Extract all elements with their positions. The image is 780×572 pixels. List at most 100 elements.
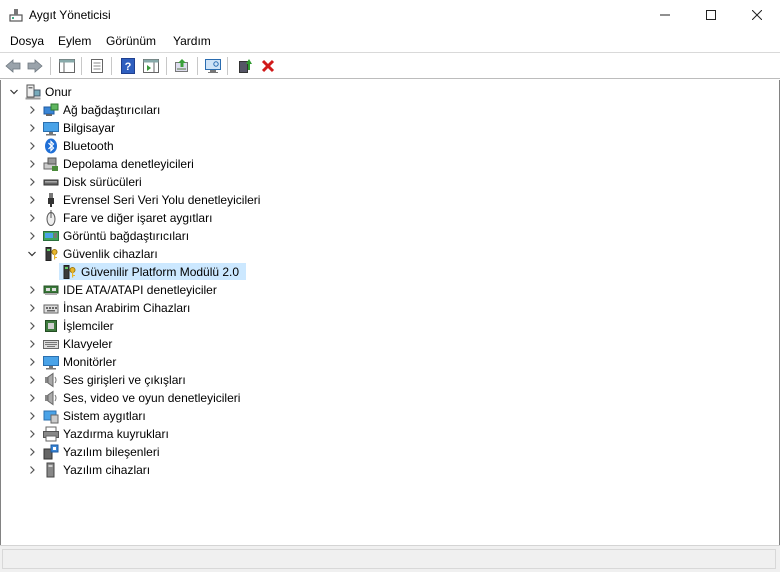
- window-title: Aygıt Yöneticisi: [29, 8, 111, 22]
- forward-arrow-icon: [27, 59, 43, 73]
- maximize-button[interactable]: [688, 0, 734, 30]
- status-bar: [0, 545, 780, 572]
- category-ses-girisleri-ve-cikislari[interactable]: Ses girişleri ve çıkışları: [63, 373, 186, 387]
- update-driver-icon: [175, 59, 188, 72]
- category-sistem-aygitlari[interactable]: Sistem aygıtları: [63, 409, 146, 423]
- security-device-icon: [61, 264, 77, 280]
- maximize-icon: [706, 10, 716, 20]
- forward-button[interactable]: [25, 56, 45, 76]
- speaker-icon: [43, 390, 59, 406]
- category-fare-ve-diger-isaret-aygitlari[interactable]: Fare ve diğer işaret aygıtları: [63, 211, 212, 225]
- help-icon: ?: [121, 58, 135, 74]
- properties-button[interactable]: [87, 56, 107, 76]
- expand-chevron-icon[interactable]: [27, 317, 37, 335]
- expand-chevron-icon[interactable]: [27, 137, 37, 155]
- category-i-slemciler[interactable]: İşlemciler: [63, 319, 114, 333]
- expand-chevron-icon[interactable]: [27, 119, 37, 137]
- menu-gorunum[interactable]: Görünüm: [106, 34, 156, 48]
- collapse-chevron-icon[interactable]: [27, 245, 37, 263]
- mouse-icon: [43, 210, 59, 226]
- svg-text:?: ?: [125, 61, 132, 73]
- tree-root[interactable]: Onur: [45, 85, 72, 99]
- expand-chevron-icon[interactable]: [27, 443, 37, 461]
- expand-chevron-icon[interactable]: [27, 155, 37, 173]
- security-device-icon: [43, 246, 59, 262]
- printer-icon: [43, 426, 59, 442]
- menu-dosya[interactable]: Dosya: [10, 34, 44, 48]
- expand-chevron-icon[interactable]: [27, 281, 37, 299]
- expand-chevron-icon[interactable]: [27, 173, 37, 191]
- keyboard-icon: [43, 336, 59, 352]
- category-bilgisayar[interactable]: Bilgisayar: [63, 121, 115, 135]
- monitor-icon: [43, 120, 59, 136]
- update-driver-button[interactable]: [172, 56, 192, 76]
- back-arrow-icon: [5, 59, 21, 73]
- device-guvenilir-platform-modulu-2-0[interactable]: Güvenilir Platform Modülü 2.0: [81, 265, 239, 279]
- minimize-icon: [660, 14, 670, 16]
- device-tree[interactable]: Onur Ağ bağdaştırıcıları Bilgisayar Bluetoo…: [0, 80, 780, 545]
- menu-bar: Dosya Eylem Görünüm Yardım: [0, 31, 780, 51]
- category-evrensel-seri-veri-yolu-denetleyicileri[interactable]: Evrensel Seri Veri Yolu denetleyicileri: [63, 193, 260, 207]
- software-device-icon: [43, 462, 59, 478]
- expand-chevron-icon[interactable]: [27, 227, 37, 245]
- expand-chevron-icon[interactable]: [27, 209, 37, 227]
- help-button[interactable]: ?: [118, 56, 138, 76]
- category-yazdirma-kuyruklari[interactable]: Yazdırma kuyrukları: [63, 427, 169, 441]
- category-bluetooth[interactable]: Bluetooth: [63, 139, 114, 153]
- expand-chevron-icon[interactable]: [27, 389, 37, 407]
- expand-chevron-icon[interactable]: [27, 299, 37, 317]
- expand-chevron-icon[interactable]: [27, 101, 37, 119]
- status-pane: [2, 549, 776, 569]
- minimize-button[interactable]: [642, 0, 688, 30]
- category-goruntu-bagdastiricilari[interactable]: Görüntü bağdaştırıcıları: [63, 229, 189, 243]
- expand-chevron-icon[interactable]: [27, 353, 37, 371]
- enable-device-button[interactable]: [235, 56, 255, 76]
- close-icon: [752, 10, 762, 20]
- show-hide-console-tree-button[interactable]: [57, 56, 77, 76]
- software-component-icon: [43, 444, 59, 460]
- expand-chevron-icon[interactable]: [27, 371, 37, 389]
- category-ses-video-ve-oyun-denetleyicileri[interactable]: Ses, video ve oyun denetleyicileri: [63, 391, 240, 405]
- toolbar: ?: [0, 52, 780, 79]
- collapse-chevron-icon[interactable]: [9, 83, 19, 101]
- system-device-icon: [43, 408, 59, 424]
- category-yazilim-cihazlari[interactable]: Yazılım cihazları: [63, 463, 150, 477]
- monitor-icon: [43, 354, 59, 370]
- device-manager-app-icon: [9, 9, 23, 22]
- category-ide-ata-atapi-denetleyiciler[interactable]: IDE ATA/ATAPI denetleyiciler: [63, 283, 217, 297]
- usb-icon: [43, 192, 59, 208]
- title-bar: Aygıt Yöneticisi: [0, 0, 780, 30]
- category-depolama-denetleyicileri[interactable]: Depolama denetleyicileri: [63, 157, 194, 171]
- category-yazilim-bilesenleri[interactable]: Yazılım bileşenleri: [63, 445, 159, 459]
- back-button[interactable]: [3, 56, 23, 76]
- category-ag-bagdastiricilari[interactable]: Ağ bağdaştırıcıları: [63, 103, 160, 117]
- category-monitorler[interactable]: Monitörler: [63, 355, 116, 369]
- category-guvenlik-cihazlari[interactable]: Güvenlik cihazları: [63, 247, 158, 261]
- speaker-icon: [43, 372, 59, 388]
- menu-yardim[interactable]: Yardım: [173, 34, 211, 48]
- menu-eylem[interactable]: Eylem: [58, 34, 91, 48]
- scan-hardware-button[interactable]: [203, 56, 223, 76]
- expand-chevron-icon[interactable]: [27, 335, 37, 353]
- display-adapter-icon: [43, 228, 59, 244]
- expand-chevron-icon[interactable]: [27, 191, 37, 209]
- action-pane-icon: [143, 59, 159, 73]
- category-klavyeler[interactable]: Klavyeler: [63, 337, 112, 351]
- category-i-nsan-arabirim-cihazlari[interactable]: İnsan Arabirim Cihazları: [63, 301, 190, 315]
- uninstall-device-button[interactable]: [258, 56, 278, 76]
- category-disk-suruculeri[interactable]: Disk sürücüleri: [63, 175, 142, 189]
- show-hide-console-tree-icon: [59, 59, 75, 73]
- storage-controller-icon: [43, 156, 59, 172]
- expand-chevron-icon[interactable]: [27, 425, 37, 443]
- disk-drive-icon: [43, 174, 59, 190]
- expand-chevron-icon[interactable]: [27, 407, 37, 425]
- action-pane-button[interactable]: [141, 56, 161, 76]
- close-button[interactable]: [734, 0, 780, 30]
- enable-device-icon: [239, 59, 252, 73]
- ide-controller-icon: [43, 282, 59, 298]
- scan-hardware-icon: [205, 59, 221, 73]
- expand-chevron-icon[interactable]: [27, 461, 37, 479]
- network-adapter-icon: [43, 102, 59, 118]
- computer-icon: [25, 84, 41, 100]
- processor-icon: [43, 318, 59, 334]
